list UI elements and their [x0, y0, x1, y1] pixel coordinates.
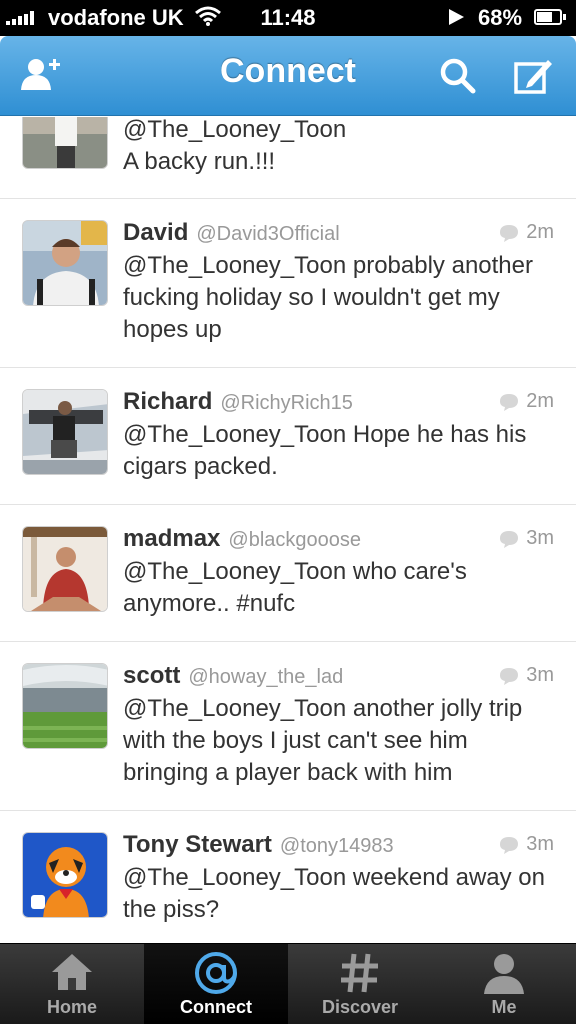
compose-icon[interactable]: [512, 54, 556, 98]
tweet-author-name[interactable]: scott: [123, 662, 180, 690]
tab-connect[interactable]: Connect: [144, 944, 288, 1024]
tweet-timestamp: 2m: [498, 390, 554, 413]
tweet-header: scott @howay_the_lad: [123, 662, 343, 690]
tab-home[interactable]: Home: [0, 944, 144, 1024]
tweet-author-name[interactable]: Richard: [123, 388, 212, 416]
tweet-row[interactable]: @The_Looney_Toon A backy run.!!!: [0, 117, 576, 199]
tweet-header: madmax @blackgooose: [123, 525, 361, 553]
home-icon: [52, 954, 92, 990]
tweet-time: 2m: [526, 390, 554, 412]
tweet-author-name[interactable]: madmax: [123, 525, 220, 553]
navigation-bar: Connect: [0, 36, 576, 116]
avatar[interactable]: [22, 526, 108, 612]
tweet-time: 3m: [526, 527, 554, 549]
tweet-author-name[interactable]: David: [123, 219, 188, 247]
reply-bubble-icon: [500, 667, 519, 685]
tweet-time: 3m: [526, 833, 554, 855]
tweet-row[interactable]: David @David3Official 2m @The_Looney_Too…: [0, 199, 576, 368]
avatar[interactable]: [22, 663, 108, 749]
battery-icon: [534, 9, 566, 25]
tweet-timestamp: 3m: [498, 527, 554, 550]
tweet-text: @The_Looney_Toon probably another fuckin…: [123, 252, 533, 343]
avatar[interactable]: [22, 220, 108, 306]
tweet-author-handle[interactable]: @howay_the_lad: [188, 666, 343, 689]
tab-label: Discover: [321, 997, 399, 1017]
tab-label: Connect: [180, 997, 252, 1017]
tab-bar: Home Connect Discover Me: [0, 943, 576, 1024]
tweet-text: @The_Looney_Toon A backy run.!!!: [123, 117, 347, 175]
tweet-row[interactable]: scott @howay_the_lad 3m @The_Looney_Toon…: [0, 642, 576, 811]
tweet-text: @The_Looney_Toon who care's anymore.. #n…: [123, 558, 467, 617]
hashtag-icon: [341, 953, 378, 993]
tweet-row[interactable]: Richard @RichyRich15 2m @The_Looney_Toon…: [0, 368, 576, 505]
avatar[interactable]: [22, 117, 108, 169]
tweet-timestamp: 3m: [498, 833, 554, 856]
avatar[interactable]: [22, 389, 108, 475]
page-title: Connect: [220, 52, 356, 90]
tweet-feed[interactable]: @The_Looney_Toon A backy run.!!! David @…: [0, 117, 576, 943]
tweet-text: @The_Looney_Toon another jolly trip with…: [123, 695, 523, 786]
at-sign-icon: [195, 952, 237, 994]
tweet-header: Tony Stewart @tony14983: [123, 831, 394, 859]
tweet-text: @The_Looney_Toon Hope he has his cigars …: [123, 421, 527, 480]
tweet-timestamp: 2m: [498, 221, 554, 244]
tweet-time: 2m: [526, 221, 554, 243]
tab-discover[interactable]: Discover: [288, 944, 432, 1024]
reply-bubble-icon: [500, 836, 519, 854]
battery-percentage: 68%: [478, 5, 523, 30]
tweet-header: David @David3Official: [123, 219, 340, 247]
reply-bubble-icon: [500, 393, 519, 411]
tweet-author-handle[interactable]: @blackgooose: [228, 529, 361, 552]
tab-me[interactable]: Me: [432, 944, 576, 1024]
tweet-time: 3m: [526, 664, 554, 686]
tweet-text: @The_Looney_Toon weekend away on the pis…: [123, 864, 545, 923]
tweet-row[interactable]: madmax @blackgooose 3m @The_Looney_Toon …: [0, 505, 576, 642]
tweet-row[interactable]: Tony Stewart @tony14983 3m @The_Looney_T…: [0, 811, 576, 943]
status-bar: vodafone UK 11:48 68%: [0, 0, 576, 36]
tab-label: Home: [46, 997, 97, 1017]
reply-bubble-icon: [500, 224, 519, 242]
tweet-header: Richard @RichyRich15: [123, 388, 353, 416]
search-icon[interactable]: [436, 54, 480, 98]
tweet-author-name[interactable]: Tony Stewart: [123, 831, 272, 859]
tweet-timestamp: 3m: [498, 664, 554, 687]
profile-icon: [484, 954, 524, 994]
tweet-author-handle[interactable]: @tony14983: [280, 835, 394, 858]
tweet-author-handle[interactable]: @David3Official: [196, 223, 339, 246]
tweet-author-handle[interactable]: @RichyRich15: [220, 392, 353, 415]
tab-label: Me: [491, 997, 517, 1017]
avatar[interactable]: [22, 832, 108, 918]
play-indicator-icon: [446, 7, 466, 33]
reply-bubble-icon: [500, 530, 519, 548]
